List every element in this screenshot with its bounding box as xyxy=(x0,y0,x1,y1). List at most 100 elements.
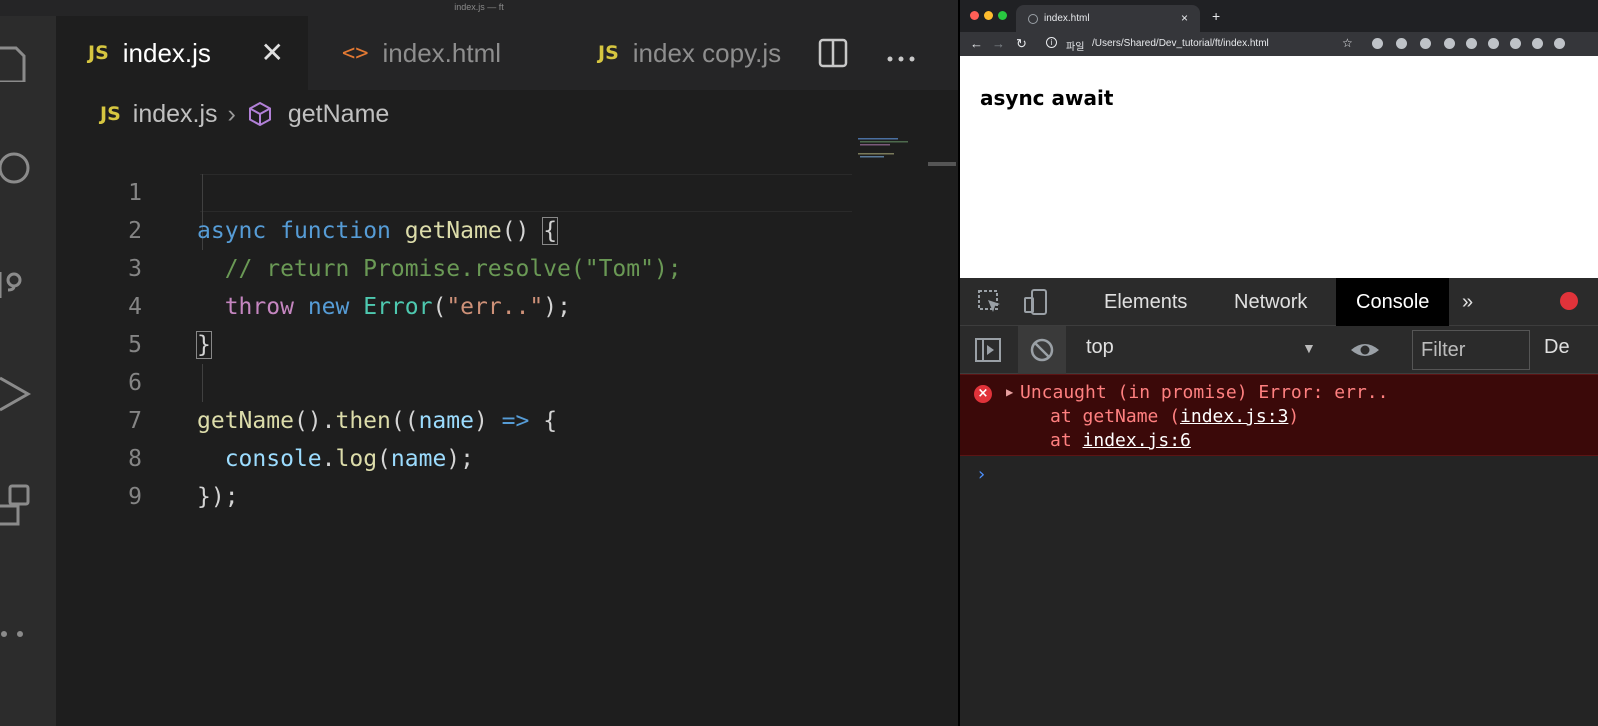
source-link[interactable]: index.js:3 xyxy=(1180,406,1288,427)
source-link[interactable]: index.js:6 xyxy=(1083,430,1191,451)
breadcrumb-file[interactable]: index.js xyxy=(133,100,218,129)
back-icon[interactable]: ← xyxy=(970,36,983,51)
tab-elements[interactable]: Elements xyxy=(1084,278,1207,326)
code-line-2: 2 // return Promise.resolve("Tom"); xyxy=(56,174,856,282)
browser-tab[interactable]: index.html × xyxy=(1016,5,1200,32)
vscode-titlebar: index.js — ft xyxy=(0,0,958,16)
scheme-label: 파일 xyxy=(1066,42,1085,53)
page-heading: async await xyxy=(980,86,1114,110)
url-text: /Users/Shared/Dev_tutorial/ft/index.html xyxy=(1092,38,1269,49)
device-toolbar-icon[interactable] xyxy=(1022,288,1050,321)
code-line-5: 5 xyxy=(56,288,856,358)
js-file-icon: JS xyxy=(100,103,121,125)
expand-triangle-icon[interactable]: ▶ xyxy=(1006,385,1013,399)
error-text: Uncaught (in promise) Error: err.. xyxy=(1020,382,1389,403)
scrollbar[interactable] xyxy=(928,162,956,166)
code-line-4: 4 } xyxy=(56,250,856,359)
minimap[interactable] xyxy=(858,136,928,166)
extension-icon[interactable] xyxy=(1554,38,1565,49)
search-icon[interactable] xyxy=(0,146,40,190)
code-line-7: 7 console.log(name); xyxy=(56,364,856,472)
bookmark-star-icon[interactable]: ☆ xyxy=(1342,36,1353,50)
reload-icon[interactable]: ↻ xyxy=(1016,36,1027,52)
extension-icon[interactable] xyxy=(1444,38,1455,49)
log-levels-dropdown[interactable]: De xyxy=(1544,336,1570,359)
tab-index-copy-js[interactable]: JS index copy.js xyxy=(566,16,796,90)
browser-window: index.html × + ← → ↻ i 파일 /Users/Shared/… xyxy=(958,0,1598,726)
vscode-window: index.js — ft JS index.js ✕ <> index.htm… xyxy=(0,0,958,726)
close-window-button[interactable] xyxy=(970,11,979,20)
tab-index-html[interactable]: <> index.html xyxy=(310,16,564,90)
inspect-element-icon[interactable] xyxy=(976,288,1004,321)
code-line-8: 8 }); xyxy=(56,402,856,510)
breadcrumb: JS index.js › getName xyxy=(100,96,389,132)
block-icon xyxy=(1030,338,1054,362)
stack-prefix: at getName ( xyxy=(1050,406,1181,427)
close-icon[interactable]: ✕ xyxy=(261,36,284,69)
maximize-window-button[interactable] xyxy=(998,11,1007,20)
stack-frame-2: at index.js:6 xyxy=(1050,430,1191,451)
console-filter-input[interactable]: Filter xyxy=(1412,330,1530,370)
extension-icon[interactable] xyxy=(1396,38,1407,49)
split-editor-icon[interactable] xyxy=(818,38,848,73)
extension-icon[interactable] xyxy=(1372,38,1383,49)
tab-network[interactable]: Network xyxy=(1214,278,1327,326)
tab-label: index.html xyxy=(382,37,502,68)
error-count-icon[interactable] xyxy=(1560,292,1578,310)
run-debug-icon[interactable] xyxy=(0,372,40,416)
extensions-icon[interactable] xyxy=(0,482,40,526)
window-title: index.js — ft xyxy=(454,2,504,12)
stack-frame-1: at getName (index.js:3) xyxy=(1050,406,1299,427)
clear-console-button[interactable] xyxy=(1018,326,1066,374)
stack-prefix: at xyxy=(1050,430,1083,451)
info-icon[interactable]: i xyxy=(1046,37,1057,48)
code-line-9: 9 xyxy=(56,440,856,510)
code-line-6: 6 getName().then((name) => { xyxy=(56,326,856,434)
console-prompt[interactable]: › xyxy=(976,464,987,485)
chevron-right-icon: › xyxy=(227,99,236,128)
extension-icon[interactable] xyxy=(1420,38,1431,49)
explorer-icon[interactable] xyxy=(0,38,40,84)
editor-tab-bar: JS index.js ✕ <> index.html JS index cop… xyxy=(56,16,958,90)
extension-icon[interactable] xyxy=(1488,38,1499,49)
chevron-down-icon[interactable]: ▼ xyxy=(1302,340,1316,356)
line-content: }); xyxy=(197,484,239,510)
forward-icon[interactable]: → xyxy=(992,36,1005,51)
browser-tab-strip: index.html × + xyxy=(960,0,1598,32)
context-select[interactable]: top xyxy=(1086,336,1114,359)
html-file-icon: <> xyxy=(342,40,369,66)
page-viewport: async await xyxy=(960,56,1598,278)
more-tabs-icon[interactable]: » xyxy=(1450,278,1485,326)
globe-icon xyxy=(1028,14,1038,24)
extension-icon[interactable] xyxy=(1466,38,1477,49)
extension-icon[interactable] xyxy=(1510,38,1521,49)
tab-console[interactable]: Console xyxy=(1336,278,1450,326)
more-actions-icon[interactable] xyxy=(886,50,916,68)
sidebar-toggle-icon[interactable] xyxy=(974,336,1002,369)
source-control-icon[interactable] xyxy=(0,262,40,306)
live-expression-eye-icon[interactable] xyxy=(1350,338,1380,367)
breadcrumb-symbol[interactable]: getName xyxy=(288,100,389,129)
devtools-panel: Elements Network Console » top ▼ Filter … xyxy=(960,278,1598,726)
error-icon: × xyxy=(974,385,992,403)
code-editor[interactable]: 1 async function getName() { 2 // return… xyxy=(56,136,958,726)
js-file-icon: JS xyxy=(88,42,109,64)
js-file-icon: JS xyxy=(598,42,619,64)
more-icon[interactable] xyxy=(0,612,40,656)
new-tab-button[interactable]: + xyxy=(1212,8,1220,24)
tab-label: index.js xyxy=(122,37,211,68)
console-error-message: × ▶ Uncaught (in promise) Error: err.. a… xyxy=(960,374,1598,456)
extension-icon[interactable] xyxy=(1532,38,1543,49)
code-line-3: 3 throw new Error("err.."); xyxy=(56,212,856,320)
browser-tab-title: index.html xyxy=(1044,13,1090,24)
console-toolbar: top ▼ Filter De xyxy=(960,326,1598,374)
minimize-window-button[interactable] xyxy=(984,11,993,20)
tab-label: index copy.js xyxy=(632,37,782,68)
symbol-method-icon xyxy=(248,101,271,127)
address-bar[interactable]: i 파일 /Users/Shared/Dev_tutorial/ft/index… xyxy=(1040,34,1360,54)
line-number: 9 xyxy=(128,484,142,510)
tab-index-js[interactable]: JS index.js ✕ xyxy=(56,16,308,90)
close-tab-icon[interactable]: × xyxy=(1181,11,1188,25)
stack-suffix: ) xyxy=(1288,406,1300,427)
browser-toolbar: ← → ↻ i 파일 /Users/Shared/Dev_tutorial/ft… xyxy=(960,32,1598,56)
